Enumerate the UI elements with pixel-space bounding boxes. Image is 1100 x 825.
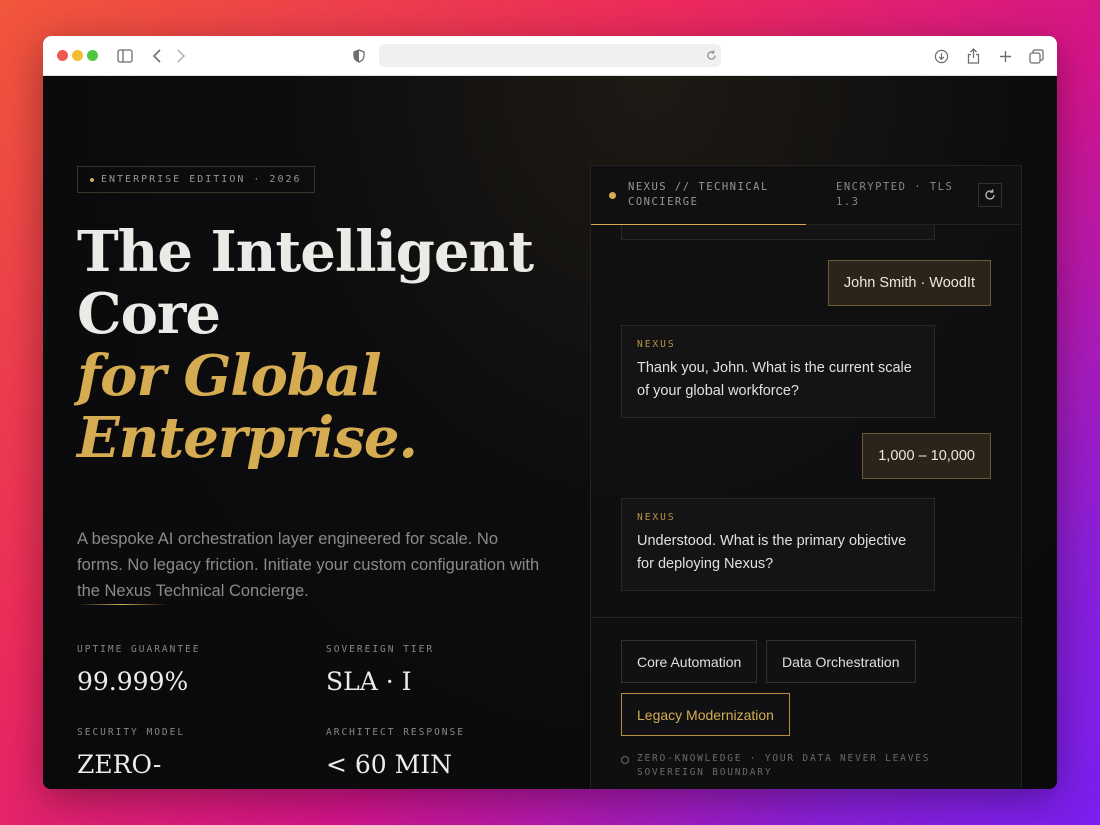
tab-overview-icon[interactable] xyxy=(1026,46,1046,66)
bot-sender-label: NEXUS xyxy=(637,339,676,350)
stat-value: ZERO- xyxy=(77,750,162,779)
back-icon[interactable] xyxy=(147,46,167,66)
downloads-icon[interactable] xyxy=(931,46,951,66)
stat-security-model: SECURITY MODEL ZERO- xyxy=(77,727,185,779)
privacy-shield-icon[interactable] xyxy=(349,46,369,66)
bot-message: NEXUS Understood. What is the primary ob… xyxy=(621,498,935,591)
badge-text: ENTERPRISE EDITION · 2026 xyxy=(101,174,302,185)
headline-line-1: The Intelligent xyxy=(77,219,534,285)
refresh-icon xyxy=(985,189,995,200)
new-tab-icon[interactable] xyxy=(995,46,1015,66)
lock-ring-icon xyxy=(621,756,629,764)
user-message: John Smith · WoodIt xyxy=(827,260,991,306)
share-icon[interactable] xyxy=(963,46,983,66)
edition-badge: ENTERPRISE EDITION · 2026 xyxy=(77,166,315,193)
badge-dot-icon xyxy=(90,177,94,182)
stat-sovereign-tier: SOVEREIGN TIER SLA · I xyxy=(326,644,434,696)
refresh-chat-button[interactable] xyxy=(978,183,1002,207)
stat-label: ARCHITECT RESPONSE xyxy=(326,727,465,738)
stat-value: < 60 MIN xyxy=(326,750,453,779)
browser-toolbar xyxy=(43,36,1057,76)
minimize-window-button[interactable] xyxy=(72,50,83,61)
headline-line-3: for Global xyxy=(77,343,382,409)
privacy-note-text: ZERO-KNOWLEDGE · YOUR DATA NEVER LEAVES … xyxy=(637,753,931,778)
headline-line-2: Core xyxy=(77,281,221,347)
previous-message-edge xyxy=(621,225,935,240)
chat-title: NEXUS // TECHNICAL CONCIERGE xyxy=(628,181,769,208)
stat-value: 99.999% xyxy=(77,667,189,696)
headline-line-4: Enterprise. xyxy=(77,405,418,471)
stat-label: SOVEREIGN TIER xyxy=(326,644,435,655)
stat-architect-response: ARCHITECT RESPONSE < 60 MIN xyxy=(326,727,465,779)
hero-headline: The Intelligent Core for Global Enterpri… xyxy=(77,221,537,469)
encryption-status: ENCRYPTED · TLS 1.3 xyxy=(836,181,954,208)
forward-icon[interactable] xyxy=(171,46,191,66)
sidebar-toggle-icon[interactable] xyxy=(115,46,135,66)
address-bar[interactable] xyxy=(379,44,721,67)
page-content: ENTERPRISE EDITION · 2026 The Intelligen… xyxy=(43,76,1057,789)
stat-value: SLA · I xyxy=(326,667,412,696)
browser-window: ENTERPRISE EDITION · 2026 The Intelligen… xyxy=(43,36,1057,789)
stat-uptime: UPTIME GUARANTEE 99.999% xyxy=(77,644,201,696)
hero-description: A bespoke AI orchestration layer enginee… xyxy=(77,530,540,600)
bot-message-text: Thank you, John. What is the current sca… xyxy=(637,360,912,399)
online-status-icon xyxy=(609,192,616,199)
stat-label: SECURITY MODEL xyxy=(77,727,186,738)
chat-header: NEXUS // TECHNICAL CONCIERGE ENCRYPTED ·… xyxy=(591,166,1021,225)
close-window-button[interactable] xyxy=(57,50,68,61)
bot-sender-label: NEXUS xyxy=(637,512,676,523)
option-data-orchestration[interactable]: Data Orchestration xyxy=(766,640,916,683)
option-legacy-modernization[interactable]: Legacy Modernization xyxy=(621,693,790,736)
privacy-note: ZERO-KNOWLEDGE · YOUR DATA NEVER LEAVES … xyxy=(621,752,951,780)
gold-divider xyxy=(77,604,167,605)
reload-icon[interactable] xyxy=(702,46,720,64)
bot-message-text: Understood. What is the primary objectiv… xyxy=(637,533,907,572)
chat-messages[interactable]: John Smith · WoodIt NEXUS Thank you, Joh… xyxy=(591,225,1021,617)
stat-label: UPTIME GUARANTEE xyxy=(77,644,201,655)
bot-message: NEXUS Thank you, John. What is the curre… xyxy=(621,325,935,418)
option-core-automation[interactable]: Core Automation xyxy=(621,640,758,683)
user-message: 1,000 – 10,000 xyxy=(862,433,991,479)
reply-options: Core Automation Data Orchestration Legac… xyxy=(591,617,1021,789)
concierge-chat-panel: NEXUS // TECHNICAL CONCIERGE ENCRYPTED ·… xyxy=(590,165,1022,789)
zoom-window-button[interactable] xyxy=(87,50,98,61)
